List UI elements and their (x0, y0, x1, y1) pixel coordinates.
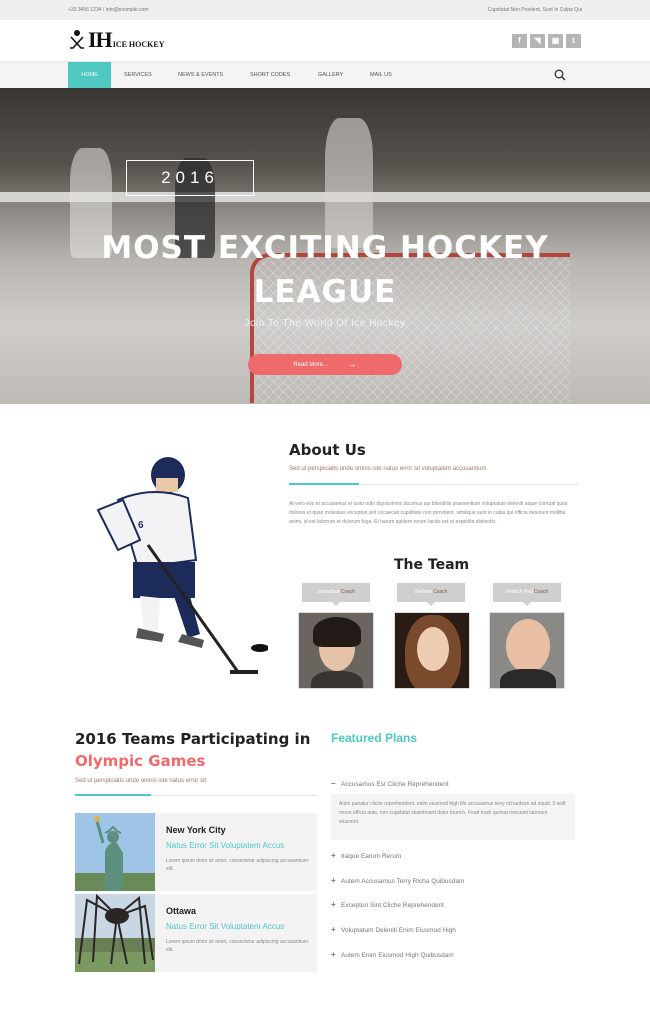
team-description: Lorem ipsum dolor sit amet, consectetur … (166, 858, 309, 872)
contact-info: +33 3456 1234 / info@example.com (68, 7, 149, 13)
nav-item-gallery[interactable]: GALLERY (318, 62, 343, 89)
nav-item-short-codes[interactable]: SHORT CODES (250, 62, 290, 89)
plus-icon: + (331, 876, 336, 885)
nav-item-mail-us[interactable]: MAIL US (370, 62, 392, 89)
coach-hair (313, 617, 361, 647)
header: IH ICE HOCKEY f ◥ ▣ t (0, 20, 650, 61)
statue-of-liberty-image (75, 813, 155, 891)
coach-role: Coach (533, 589, 549, 595)
hero-year-box: 2016 (126, 160, 254, 196)
main-nav: HOME SERVICES NEWS & EVENTS SHORT CODES … (0, 61, 650, 89)
search-icon[interactable] (554, 69, 566, 81)
plans-title: Featured Plans (331, 731, 418, 745)
coach-role: Coach (340, 589, 355, 595)
plan-open-body: Anim pariatur cliche reprehenderit, enim… (331, 794, 575, 840)
minus-icon: − (331, 779, 336, 788)
team-card-ottawa[interactable]: Ottawa Natus Error Sit Voluptatem Accus … (75, 894, 317, 972)
coach-photo-stefanie[interactable] (394, 612, 470, 689)
about-text: At vero eos et accusamus et iusto odio d… (289, 501, 568, 525)
hockey-player-image: 6 (96, 457, 268, 674)
site-logo[interactable]: IH ICE HOCKEY (68, 26, 164, 54)
logo-initials: IH (88, 27, 113, 52)
plan-item-open[interactable]: − Accusamus Est Cliche Reprehenderit (331, 779, 449, 788)
facebook-icon[interactable]: f (512, 34, 527, 48)
teams-title: 2016 Teams Participating in (75, 730, 311, 748)
rss-icon[interactable]: ◥ (530, 34, 545, 48)
plus-icon: + (331, 925, 336, 934)
top-bar: +33 3456 1234 / info@example.com Cupidat… (0, 0, 650, 20)
coach-tag-fedrick: Fedrick PaulCoach (493, 583, 561, 606)
coach-shoulders (500, 669, 556, 688)
coach-face (506, 619, 550, 673)
team-description: Lorem ipsum dolor sit amet, consectetur … (166, 939, 309, 953)
plus-icon: + (331, 950, 336, 959)
plan-item-label: Accusamus Est Cliche Reprehenderit (341, 781, 449, 788)
team-tagline[interactable]: Natus Error Sit Voluptatem Accus (166, 841, 284, 850)
nav-item-services[interactable]: SERVICES (124, 62, 152, 89)
team-name: Ottawa (166, 906, 197, 916)
coach-name: Fedrick Paul (505, 589, 534, 595)
about-title: About Us (289, 441, 366, 459)
coach-face (417, 627, 449, 671)
instagram-icon[interactable]: ▣ (548, 34, 563, 48)
plan-item[interactable]: + Autem Enim Eiusmod High Quibusdam (331, 950, 454, 959)
plan-item-label: Voluptatum Deleniti Enim Eiusmod High (341, 927, 456, 934)
team-tagline[interactable]: Natus Error Sit Voluptatem Accus (166, 922, 284, 931)
nav-item-home[interactable]: HOME (68, 62, 111, 89)
coach-role: Coach (432, 589, 448, 595)
tumblr-icon[interactable]: t (566, 34, 581, 48)
plus-icon: + (331, 900, 336, 909)
hero-title: MOST EXCITING HOCKEY LEAGUE (0, 226, 650, 314)
team-title: The Team (394, 557, 470, 573)
hero-subtitle: Join To The World Of Ice Hockey (244, 318, 406, 329)
team-card-new-york[interactable]: New York City Natus Error Sit Voluptatem… (75, 813, 317, 891)
plan-item-label: Excepturi Sint Cliche Reprehenderit (341, 902, 444, 909)
social-links: f ◥ ▣ t (512, 34, 581, 48)
svg-text:6: 6 (138, 520, 144, 531)
nav-item-news-events[interactable]: NEWS & EVENTS (178, 62, 223, 89)
about-divider (289, 483, 579, 485)
plan-item-label: Autem Enim Eiusmod High Quibusdam (341, 952, 454, 959)
arrow-right-icon: → (347, 359, 357, 369)
hero-title-line2: LEAGUE (253, 274, 397, 310)
plan-item[interactable]: + Voluptatum Deleniti Enim Eiusmod High (331, 925, 456, 934)
teams-subtitle: Sed ut perspiciatis unde omnis iste natu… (75, 778, 207, 784)
team-name: New York City (166, 825, 226, 835)
read-more-label: Read More... (293, 362, 328, 369)
coach-tag-johnathan: JohnathanCoach (302, 583, 370, 606)
coach-name: Stefanie (414, 589, 433, 595)
hero-banner: 2016 MOST EXCITING HOCKEY LEAGUE Join To… (0, 88, 650, 404)
plan-item-label: Autem Accusamus Terry Richa Quibusdam (341, 878, 465, 885)
coach-tag-stefanie: StefanieCoach (397, 583, 465, 606)
logo-text: ICE HOCKEY (112, 39, 165, 49)
about-subtitle: Sed ut perspiciatis unde omnis iste natu… (289, 466, 487, 472)
plan-item[interactable]: + Itaque Earum Rerum (331, 851, 401, 860)
coach-photo-johnathan[interactable] (298, 612, 374, 689)
top-tagline: Cupidatat Non Proident, Sunt In Culpa Qu… (487, 7, 582, 13)
coach-photo-fedrick[interactable] (489, 612, 565, 689)
coach-shoulders (311, 671, 363, 688)
hockey-sticks-icon (70, 30, 84, 49)
spider-sculpture-image (75, 894, 155, 972)
teams-divider (75, 794, 317, 796)
plus-icon: + (331, 851, 336, 860)
plan-item[interactable]: + Excepturi Sint Cliche Reprehenderit (331, 900, 444, 909)
plan-item-label: Itaque Earum Rerum (341, 853, 402, 860)
coach-name: Johnathan (317, 589, 341, 595)
read-more-button[interactable]: Read More... → (248, 354, 402, 375)
hero-title-line1: MOST EXCITING HOCKEY (101, 230, 549, 266)
teams-title-highlight: Olympic Games (75, 752, 206, 770)
plan-item[interactable]: + Autem Accusamus Terry Richa Quibusdam (331, 876, 464, 885)
